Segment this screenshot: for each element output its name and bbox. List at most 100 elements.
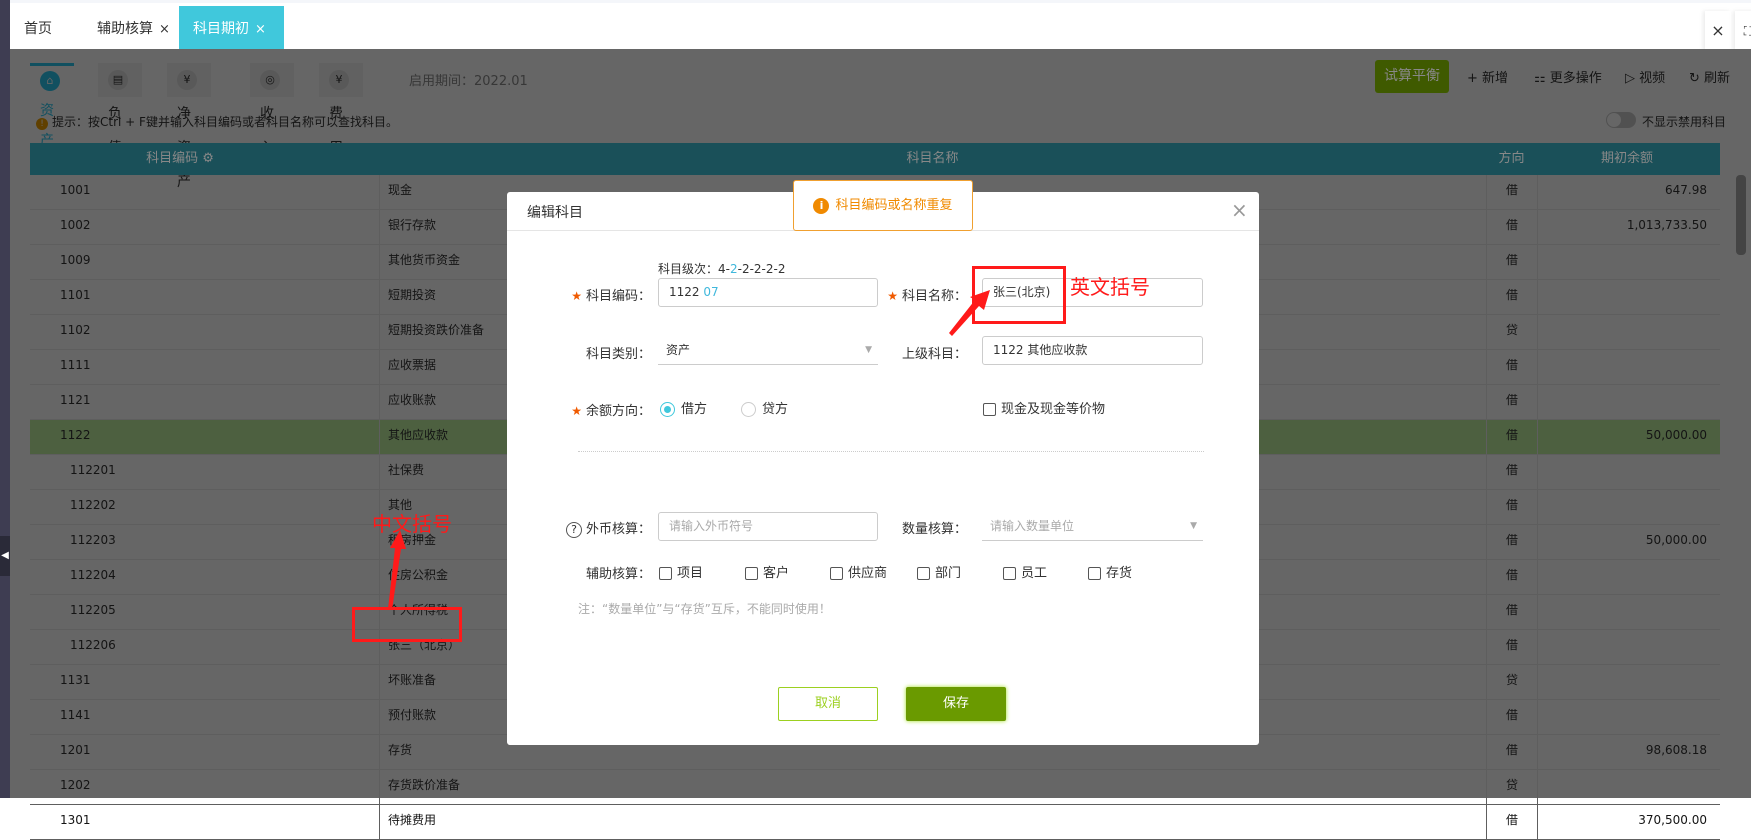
tab-liabilities[interactable]: ▤负债 <box>98 63 142 156</box>
account-code-cell: 1122 <box>60 428 91 442</box>
account-code-cell: 112205 <box>70 603 116 617</box>
account-code-cell: 112203 <box>70 533 116 547</box>
account-code-cell: 1301 <box>60 813 91 827</box>
add-button[interactable]: + 新增 <box>1467 67 1508 86</box>
direction-cell: 借 <box>1486 700 1537 735</box>
tab-opening-balance[interactable]: 科目期初 × <box>179 6 284 52</box>
aux-department-checkbox[interactable]: 部门 <box>917 562 961 581</box>
tab-home[interactable]: 首页 <box>24 6 52 52</box>
close-icon[interactable]: × <box>1231 198 1248 222</box>
trial-balance-button[interactable]: 试算平衡 <box>1375 60 1449 93</box>
credit-radio[interactable]: 贷方 <box>741 398 788 417</box>
account-name-cell: 存货跌价准备 <box>379 770 1486 805</box>
fx-input[interactable]: 请输入外币符号 <box>658 512 878 541</box>
required-star-icon: ★ <box>571 289 582 303</box>
account-code-cell: 1101 <box>60 288 91 302</box>
close-icon[interactable]: × <box>255 22 266 37</box>
table-scrollbar[interactable] <box>1736 175 1746 255</box>
tab-equity[interactable]: ¥净资产 <box>167 63 211 190</box>
help-icon[interactable]: ? <box>565 522 582 538</box>
direction-cell: 借 <box>1486 595 1537 630</box>
tab-auxiliary[interactable]: 辅助核算 × <box>97 6 170 52</box>
gear-icon[interactable]: ⚙ <box>202 151 214 166</box>
balance-cell <box>1537 315 1717 350</box>
cash-equivalent-checkbox[interactable]: 现金及现金等价物 <box>983 398 1105 417</box>
hide-disabled-toggle[interactable] <box>1606 112 1636 128</box>
balance-cell <box>1537 665 1717 700</box>
info-icon: i <box>813 198 830 214</box>
parent-label: 上级科目： <box>901 347 967 362</box>
aux-inventory-checkbox[interactable]: 存货 <box>1088 562 1132 581</box>
header-code: 科目编码 ⚙ <box>130 143 230 175</box>
aux-project-checkbox[interactable]: 项目 <box>659 562 703 581</box>
table-row[interactable]: 1301 待摊费用借 370,500.00 <box>30 805 1720 840</box>
aux-customer-checkbox[interactable]: 客户 <box>745 562 789 581</box>
dropdown-caret-icon: ▼ <box>1190 521 1197 531</box>
direction-cell: 借 <box>1486 385 1537 420</box>
fx-label: ? 外币核算： <box>541 518 651 538</box>
hint-text: ! 提示：按Ctrl + F键并输入科目编码或者科目名称可以查找科目。 <box>36 113 398 130</box>
refresh-label: 刷新 <box>1704 71 1731 86</box>
video-button[interactable]: ▷ 视频 <box>1625 67 1665 86</box>
refresh-button[interactable]: ↻ 刷新 <box>1689 67 1730 86</box>
aux-supplier-checkbox[interactable]: 供应商 <box>830 562 887 581</box>
balance-cell <box>1537 280 1717 315</box>
play-icon: ▷ <box>1625 71 1635 86</box>
account-code-cell: 1002 <box>60 218 91 232</box>
period-label: 启用期间：2022.01 <box>409 74 528 89</box>
direction-cell: 借 <box>1486 175 1537 210</box>
annotation-box-english <box>972 266 1066 324</box>
direction-cell: 贷 <box>1486 665 1537 700</box>
required-star-icon: ★ <box>887 289 898 303</box>
more-label: 更多操作 <box>1549 71 1602 86</box>
cancel-button[interactable]: 取消 <box>778 687 878 721</box>
qty-unit-select[interactable]: 请输入数量单位 ▼ <box>982 512 1203 541</box>
direction-cell: 借 <box>1486 805 1537 840</box>
tab-income[interactable]: ◎收入 <box>250 63 294 156</box>
balance-cell <box>1537 455 1717 490</box>
balance-cell <box>1537 385 1717 420</box>
table-row[interactable]: 1202 存货跌价准备贷 <box>30 770 1720 805</box>
account-code-cell: 1131 <box>60 673 91 687</box>
tab-expenses[interactable]: ¥费用 <box>319 63 363 156</box>
account-code-cell: 1202 <box>60 778 91 792</box>
aux-label: 辅助核算： <box>585 567 651 582</box>
account-code-cell: 1201 <box>60 743 91 757</box>
parent-account-input[interactable]: 1122 其他应收款 <box>982 336 1203 365</box>
balance-cell <box>1537 630 1717 665</box>
collapse-handle-icon[interactable]: ◀ <box>0 536 10 576</box>
save-button[interactable]: 保存 <box>906 687 1006 721</box>
equity-icon: ¥ <box>177 70 197 90</box>
direction-cell: 借 <box>1486 420 1537 455</box>
debit-radio[interactable]: 借方 <box>660 398 707 417</box>
name-label: ★ 科目名称： <box>887 289 967 304</box>
note-text: 注：“数量单位”与“存货”互斥，不能同时使用！ <box>578 602 831 616</box>
account-code-cell: 1009 <box>60 253 91 267</box>
account-code-cell: 1111 <box>60 358 91 372</box>
aux-employee-checkbox[interactable]: 员工 <box>1003 562 1047 581</box>
category-select[interactable]: 资产 ▼ <box>658 336 878 365</box>
balance-cell: 1,013,733.50 <box>1537 210 1717 245</box>
radio-checked-icon <box>660 402 675 417</box>
account-code-cell: 112204 <box>70 568 116 582</box>
more-actions-button[interactable]: ⚏ 更多操作 <box>1534 67 1602 86</box>
account-code-cell: 112202 <box>70 498 116 512</box>
tab-assets[interactable]: ⌂资产 <box>30 63 74 149</box>
duplicate-warning-toast: i 科目编码或名称重复 <box>793 180 973 231</box>
direction-cell: 借 <box>1486 210 1537 245</box>
header-balance: 期初余额 <box>1600 151 1653 166</box>
balance-cell: 370,500.00 <box>1537 805 1717 840</box>
close-icon[interactable]: × <box>1705 11 1731 51</box>
section-divider <box>578 451 1204 452</box>
page-tab-bar: 首页 辅助核算 × 科目期初 × × ⛶ <box>10 0 1751 52</box>
account-code-input[interactable]: 1122 07 <box>658 278 878 307</box>
annotation-chinese-brackets: 中文括号 <box>372 512 452 536</box>
close-icon[interactable]: × <box>159 22 170 37</box>
liability-icon: ▤ <box>108 70 128 90</box>
direction-cell: 借 <box>1486 455 1537 490</box>
direction-cell: 贷 <box>1486 315 1537 350</box>
fullscreen-icon[interactable]: ⛶ <box>1735 11 1751 51</box>
account-code-cell: 112206 <box>70 638 116 652</box>
dialog-title: 编辑科目 <box>527 205 583 221</box>
header-code-label: 科目编码 <box>146 151 199 166</box>
